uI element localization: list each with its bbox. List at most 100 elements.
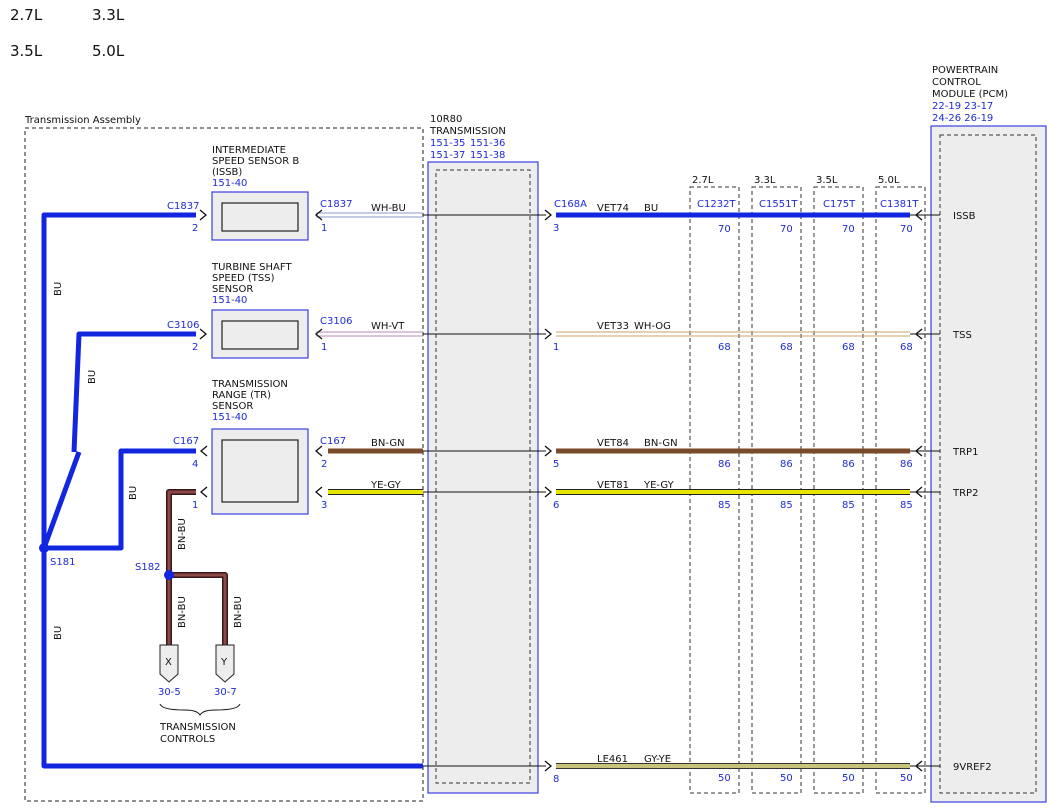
engine-connector-columns: 2.7L 3.3L 3.5L 5.0L C1232T C1551T C175T … — [689, 175, 926, 794]
column-label-3-3l: 3.3L — [754, 175, 776, 186]
circuit-le461: LE461 — [597, 754, 628, 765]
pin-trp2-3-3l: 85 — [780, 500, 793, 511]
wire-label-wh-vt: WH-VT — [371, 321, 405, 332]
tss-sensor-body — [221, 320, 299, 350]
circuit-vet84: VET84 — [597, 438, 629, 449]
pin-tss-3-3l: 68 — [780, 342, 793, 353]
circuit-vet81-color: YE-GY — [643, 480, 675, 491]
c167-left-label: C167 — [173, 436, 199, 447]
bn-bu-label-3: BN-BU — [233, 596, 244, 628]
transmission-name-line1: 10R80 — [430, 114, 462, 125]
transmission-module-outline — [427, 161, 539, 794]
wire-label-ye-gy: YE-GY — [370, 480, 402, 491]
tss-sensor-pin: 1 — [321, 342, 327, 353]
pcm-name-line3: MODULE (PCM) — [932, 89, 1008, 100]
c168a-pin-6: 6 — [553, 500, 559, 511]
splice-s182-label: S182 — [135, 562, 160, 573]
tr-sensor-body — [221, 439, 299, 503]
signal-trp1: TRP1 — [952, 447, 978, 458]
connector-x-ref: 30-5 — [158, 687, 181, 698]
pin-trp1-5-0l: 86 — [900, 459, 913, 470]
connector-c1232t: C1232T — [697, 199, 736, 210]
pin-vref-3-3l: 50 — [780, 773, 793, 784]
pcm-pin-numbers: 70 70 70 70 68 68 68 68 86 86 86 86 85 8… — [718, 224, 913, 784]
arrow-c167-pin2 — [314, 445, 323, 457]
c167-right-label: C167 — [320, 436, 346, 447]
wire-bu-tss — [71, 331, 196, 453]
connector-y-letter: Y — [220, 657, 228, 668]
bu-label-3: BU — [128, 486, 139, 500]
circuit-vet33: VET33 — [597, 321, 629, 332]
controls-brace — [159, 703, 241, 716]
signal-trp2: TRP2 — [952, 488, 978, 499]
trp2-sensor-pin: 3 — [321, 500, 327, 511]
pin-tss-5-0l: 68 — [900, 342, 913, 353]
connector-c1381t: C1381T — [880, 199, 919, 210]
c168a-label: C168A — [554, 199, 587, 210]
pin-vref-2-7l: 50 — [718, 773, 731, 784]
pcm-module-outline — [930, 125, 1047, 803]
transmission-name-line2: TRANSMISSION — [429, 126, 506, 137]
bn-bu-label-2: BN-BU — [177, 596, 188, 628]
issb-sensor-pin: 1 — [321, 223, 327, 234]
c1837-right-label: C1837 — [320, 199, 352, 210]
trp2-harness-pin: 1 — [192, 500, 198, 511]
c168a-pin-3: 3 — [553, 223, 559, 234]
pin-trp2-5-0l: 85 — [900, 500, 913, 511]
circuit-vet74-color: BU — [644, 203, 658, 214]
c168a-pin-1: 1 — [553, 342, 559, 353]
pcm-refs-line1: 22-19 23-17 — [932, 101, 993, 112]
circuit-vet33-color: WH-OG — [634, 321, 671, 332]
transmission-ref-4: 151-38 — [470, 150, 505, 161]
splice-s182 — [164, 570, 174, 580]
wire-bu-diagonal — [41, 451, 82, 549]
arrow-c167-pin3 — [314, 486, 323, 498]
connector-y-ref: 30-7 — [214, 687, 237, 698]
column-label-2-7l: 2.7L — [692, 175, 714, 186]
transmission-block: 10R80 TRANSMISSION 151-35 151-36 151-37 … — [427, 114, 539, 794]
circuit-vet84-color: BN-GN — [644, 438, 678, 449]
connector-x-letter: X — [165, 657, 172, 668]
circuit-vet74: VET74 — [597, 203, 629, 214]
c1837-left-label: C1837 — [167, 201, 199, 212]
signal-issb: ISSB — [953, 211, 976, 222]
issb-ref: 151-40 — [212, 178, 247, 189]
issb-label-1: INTERMEDIATE — [212, 145, 286, 156]
transmission-assembly-label: Transmission Assembly — [24, 115, 141, 126]
splice-s181-label: S181 — [50, 557, 75, 568]
sensors: INTERMEDIATE SPEED SENSOR B (ISSB) 151-4… — [211, 145, 309, 515]
trp1-harness-pin: 4 — [192, 459, 198, 470]
controls-label-1: TRANSMISSION — [159, 722, 236, 733]
controls-label-2: CONTROLS — [160, 734, 215, 745]
c168a-pin-8: 8 — [553, 774, 559, 785]
arrow-c167-pin1 — [199, 486, 208, 498]
c168a-pin-5: 5 — [553, 459, 559, 470]
arrow-c1837-out — [314, 209, 323, 221]
tss-label-1: TURBINE SHAFT — [211, 262, 292, 273]
issb-label-2: SPEED SENSOR B — [212, 156, 299, 167]
tr-label-3: SENSOR — [212, 401, 253, 412]
pin-issb-3-5l: 70 — [842, 224, 855, 235]
issb-harness-pin: 2 — [192, 223, 198, 234]
pin-trp1-3-3l: 86 — [780, 459, 793, 470]
wire-bu-tr — [44, 448, 196, 551]
tss-label-2: SPEED (TSS) — [212, 273, 275, 284]
pcm-name-line2: CONTROL — [932, 77, 981, 88]
pin-issb-2-7l: 70 — [718, 224, 731, 235]
pin-tss-2-7l: 68 — [718, 342, 731, 353]
wiring-diagram: Transmission Assembly 10R80 TRANSMISSION… — [24, 65, 1047, 803]
tss-harness-pin: 2 — [192, 342, 198, 353]
pin-trp2-2-7l: 85 — [718, 500, 731, 511]
pin-trp1-3-5l: 86 — [842, 459, 855, 470]
c3106-right-label: C3106 — [320, 316, 352, 327]
arrow-c167-pin4 — [199, 445, 208, 457]
transmission-controls: X Y 30-5 30-7 TRANSMISSION CONTROLS — [158, 644, 241, 745]
trp1-sensor-pin: 2 — [321, 459, 327, 470]
tr-ref: 151-40 — [212, 412, 247, 423]
pin-issb-3-3l: 70 — [780, 224, 793, 235]
bu-label-4: BU — [53, 626, 64, 640]
circuit-vet81: VET81 — [597, 480, 629, 491]
pin-tss-3-5l: 68 — [842, 342, 855, 353]
arrow-c1837-in — [199, 209, 208, 221]
tss-ref: 151-40 — [212, 295, 247, 306]
